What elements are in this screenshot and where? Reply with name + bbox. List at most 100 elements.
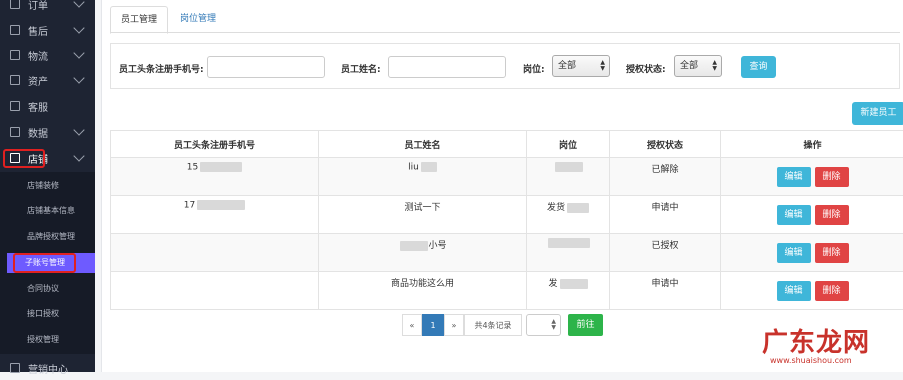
- page-1-button[interactable]: 1: [422, 314, 444, 336]
- nav-item-logistics[interactable]: 物流: [0, 43, 95, 67]
- nav-item-orders[interactable]: 订单: [0, 0, 95, 16]
- query-button[interactable]: 查询: [741, 56, 776, 78]
- page-jump-input[interactable]: ▲▼: [526, 314, 561, 336]
- chevron-down-icon: [73, 150, 84, 161]
- nav-item-service[interactable]: 客服: [0, 94, 95, 118]
- nav-item-data[interactable]: 数据: [0, 120, 95, 144]
- edit-button[interactable]: 编辑: [777, 205, 811, 225]
- orders-icon: [10, 0, 20, 9]
- sub-item-decoration[interactable]: 店铺装修: [0, 176, 95, 196]
- sub-item-auth-manage[interactable]: 授权管理: [0, 330, 95, 350]
- cell-name: liu: [319, 158, 527, 196]
- phone-input[interactable]: [207, 56, 325, 78]
- cell-phone: [111, 272, 319, 310]
- watermark-url: www.shuaishou.com: [770, 356, 852, 365]
- staff-table: 员工头条注册手机号 员工姓名 岗位 授权状态 操作 15 liu 已解除 编辑删…: [110, 130, 903, 310]
- watermark: 广东龙网 www.shuaishou.com: [762, 322, 902, 370]
- sub-item-api-auth[interactable]: 接口授权: [0, 304, 95, 324]
- nav-label: 客服: [28, 99, 95, 114]
- nav-item-marketing[interactable]: 营销中心: [0, 356, 95, 380]
- cell-name: 测试一下: [319, 196, 527, 234]
- logistics-icon: [10, 50, 20, 60]
- redaction: [421, 162, 437, 172]
- cell-phone: 17: [111, 196, 319, 234]
- nav-item-assets[interactable]: 资产: [0, 68, 95, 92]
- cell-actions: 编辑删除: [721, 196, 903, 234]
- cell-actions: 编辑删除: [721, 234, 903, 272]
- filter-bar: 员工头条注册手机号: 员工姓名: 岗位: 全部 ▲▼ 授权状态: 全部 ▲▼ 查…: [110, 43, 900, 89]
- sub-item-basic-info[interactable]: 店铺基本信息: [0, 201, 95, 221]
- next-page-button[interactable]: »: [444, 314, 464, 336]
- nav-item-aftersale[interactable]: 售后: [0, 18, 95, 42]
- nav-label: 数据: [28, 125, 75, 140]
- chevron-down-icon: [73, 72, 84, 83]
- chevron-down-icon: [73, 47, 84, 58]
- nav-label: 营销中心: [28, 361, 95, 376]
- total-records: 共4条记录: [464, 314, 522, 336]
- col-phone: 员工头条注册手机号: [111, 131, 319, 158]
- delete-button[interactable]: 删除: [815, 243, 849, 263]
- highlight-box: [3, 149, 45, 168]
- cell-name: 商品功能这么用: [319, 272, 527, 310]
- chevron-down-icon: [73, 22, 84, 33]
- cell-status: 已授权: [610, 234, 721, 272]
- cell-position: 发货: [527, 196, 610, 234]
- chart-icon: [10, 127, 20, 137]
- delete-button[interactable]: 删除: [815, 281, 849, 301]
- edit-button[interactable]: 编辑: [777, 243, 811, 263]
- nav-label: 资产: [28, 73, 75, 88]
- position-label: 岗位:: [523, 62, 545, 75]
- chevron-down-icon: [73, 0, 84, 8]
- select-arrows-icon: ▲▼: [600, 60, 605, 72]
- auth-value: 全部: [680, 61, 698, 71]
- redaction: [197, 200, 245, 210]
- highlight-box: [13, 253, 76, 273]
- redaction: [400, 241, 428, 251]
- table-row: 商品功能这么用 发 申请中 编辑删除: [111, 272, 903, 310]
- cell-position: [527, 234, 610, 272]
- content-panel: 员工管理 岗位管理 员工头条注册手机号: 员工姓名: 岗位: 全部 ▲▼ 授权状…: [101, 0, 903, 372]
- cell-actions: 编辑删除: [721, 272, 903, 310]
- cell-name: 小号: [319, 234, 527, 272]
- name-input[interactable]: [388, 56, 506, 78]
- cell-actions: 编辑删除: [721, 158, 903, 196]
- service-icon: [10, 101, 20, 111]
- position-select[interactable]: 全部 ▲▼: [552, 55, 610, 77]
- position-value: 全部: [558, 61, 576, 71]
- sub-item-contract[interactable]: 合同协议: [0, 279, 95, 299]
- nav-label: 售后: [28, 23, 75, 38]
- col-status: 授权状态: [610, 131, 721, 158]
- name-label: 员工姓名:: [341, 62, 381, 75]
- tab-staff[interactable]: 员工管理: [110, 6, 168, 34]
- edit-button[interactable]: 编辑: [777, 281, 811, 301]
- auth-select[interactable]: 全部 ▲▼: [674, 55, 722, 77]
- edit-button[interactable]: 编辑: [777, 167, 811, 187]
- main-content: 员工管理 岗位管理 员工头条注册手机号: 员工姓名: 岗位: 全部 ▲▼ 授权状…: [95, 0, 903, 372]
- cell-status: 申请中: [610, 272, 721, 310]
- redaction: [548, 238, 590, 248]
- divider: [110, 32, 900, 33]
- cell-phone: [111, 234, 319, 272]
- new-staff-button[interactable]: 新建员工: [852, 102, 903, 125]
- go-button[interactable]: 前往: [568, 314, 603, 336]
- sub-item-brand-auth[interactable]: 品牌授权管理: [0, 227, 95, 247]
- col-name: 员工姓名: [319, 131, 527, 158]
- prev-page-button[interactable]: «: [402, 314, 422, 336]
- redaction: [555, 162, 583, 172]
- assets-icon: [10, 75, 20, 85]
- chevron-down-icon: [73, 124, 84, 135]
- spinner-icon: ▲▼: [551, 319, 556, 331]
- nav-label: 物流: [28, 48, 75, 63]
- cell-status: 已解除: [610, 158, 721, 196]
- delete-button[interactable]: 删除: [815, 205, 849, 225]
- redaction: [200, 162, 242, 172]
- table-row: 小号 已授权 编辑删除: [111, 234, 903, 272]
- cell-status: 申请中: [610, 196, 721, 234]
- col-position: 岗位: [527, 131, 610, 158]
- table-row: 15 liu 已解除 编辑删除: [111, 158, 903, 196]
- delete-button[interactable]: 删除: [815, 167, 849, 187]
- table-row: 17 测试一下 发货 申请中 编辑删除: [111, 196, 903, 234]
- cell-position: 发: [527, 272, 610, 310]
- tab-position[interactable]: 岗位管理: [170, 6, 226, 32]
- cell-position: [527, 158, 610, 196]
